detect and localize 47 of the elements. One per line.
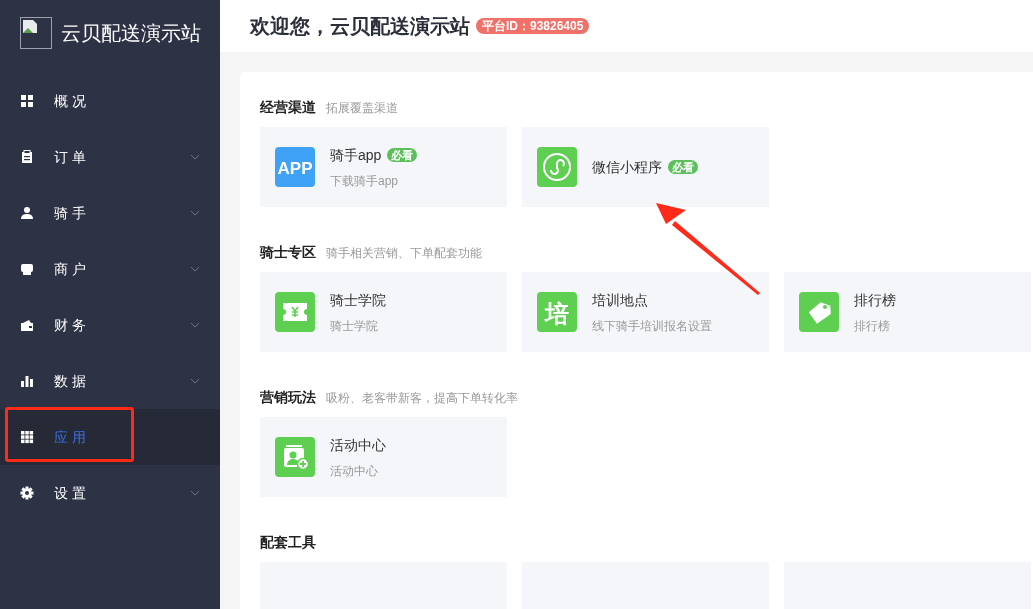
card-title: 活动中心 xyxy=(330,435,386,455)
section-subtitle: 拓展覆盖渠道 xyxy=(326,100,398,117)
card-title: 骑手app xyxy=(330,145,382,165)
clipboard-icon xyxy=(20,150,34,164)
section-title: 骑士专区 xyxy=(260,243,316,262)
card-title: 微信小程序 xyxy=(592,157,662,177)
card-description: 活动中心 xyxy=(330,462,379,480)
must-see-badge: 必看 xyxy=(387,148,418,162)
wallet-icon xyxy=(20,318,34,332)
must-see-badge: 必看 xyxy=(668,160,698,174)
nav-item[interactable]: 商户 xyxy=(0,241,220,297)
character-icon: 培 xyxy=(537,292,577,332)
card-description: 线下骑手培训报名设置 xyxy=(592,317,712,335)
card-description: 排行榜 xyxy=(854,317,891,335)
app-card[interactable]: 培 培训地点 线下骑手培训报名设置 xyxy=(522,272,769,352)
section-title: 营销玩法 xyxy=(260,388,316,407)
nav-item[interactable]: 概况 xyxy=(0,73,220,129)
app-card[interactable]: 排行榜 排行榜 xyxy=(784,272,1031,352)
section-title: 配套工具 xyxy=(260,533,316,552)
app-card[interactable]: APP 骑手app 必看 下载骑手app xyxy=(260,127,507,207)
card-description: 下载骑手app xyxy=(330,172,400,190)
shop-icon xyxy=(20,262,34,276)
bar-chart-icon xyxy=(20,374,34,388)
broken-image-icon xyxy=(20,16,52,49)
settings-icon xyxy=(20,486,34,500)
nav-item[interactable]: 设置 xyxy=(0,465,220,521)
section-subtitle: 吸粉、老客带新客，提高下单转化率 xyxy=(326,390,518,407)
nav-item[interactable]: 数据 xyxy=(0,353,220,409)
section-subtitle: 骑手相关营销、下单配套功能 xyxy=(326,245,482,262)
platform-id-badge: 平台ID：93826405 xyxy=(476,18,590,34)
grid-icon xyxy=(20,94,34,108)
app-text-icon: APP xyxy=(275,147,315,187)
app-card[interactable]: 骑士学院 骑士学院 xyxy=(260,272,507,352)
card-title: 排行榜 xyxy=(854,290,896,310)
nav-item[interactable]: 骑手 xyxy=(0,185,220,241)
section-title: 经营渠道 xyxy=(260,98,316,117)
person-icon xyxy=(20,206,34,220)
nav-item[interactable]: 订单 xyxy=(0,129,220,185)
card-title: 培训地点 xyxy=(592,290,648,310)
apps-grid-icon xyxy=(20,430,34,444)
app-card[interactable]: 活动中心 活动中心 xyxy=(260,417,507,497)
card-description: 骑士学院 xyxy=(330,317,379,335)
welcome-title: 欢迎您，云贝配送演示站 xyxy=(250,14,470,39)
brand-name: 云贝配送演示站 xyxy=(61,20,201,46)
card-title: 骑士学院 xyxy=(330,290,386,310)
nav-item[interactable]: 财务 xyxy=(0,297,220,353)
app-card[interactable]: 微信小程序 必看 xyxy=(522,127,769,207)
